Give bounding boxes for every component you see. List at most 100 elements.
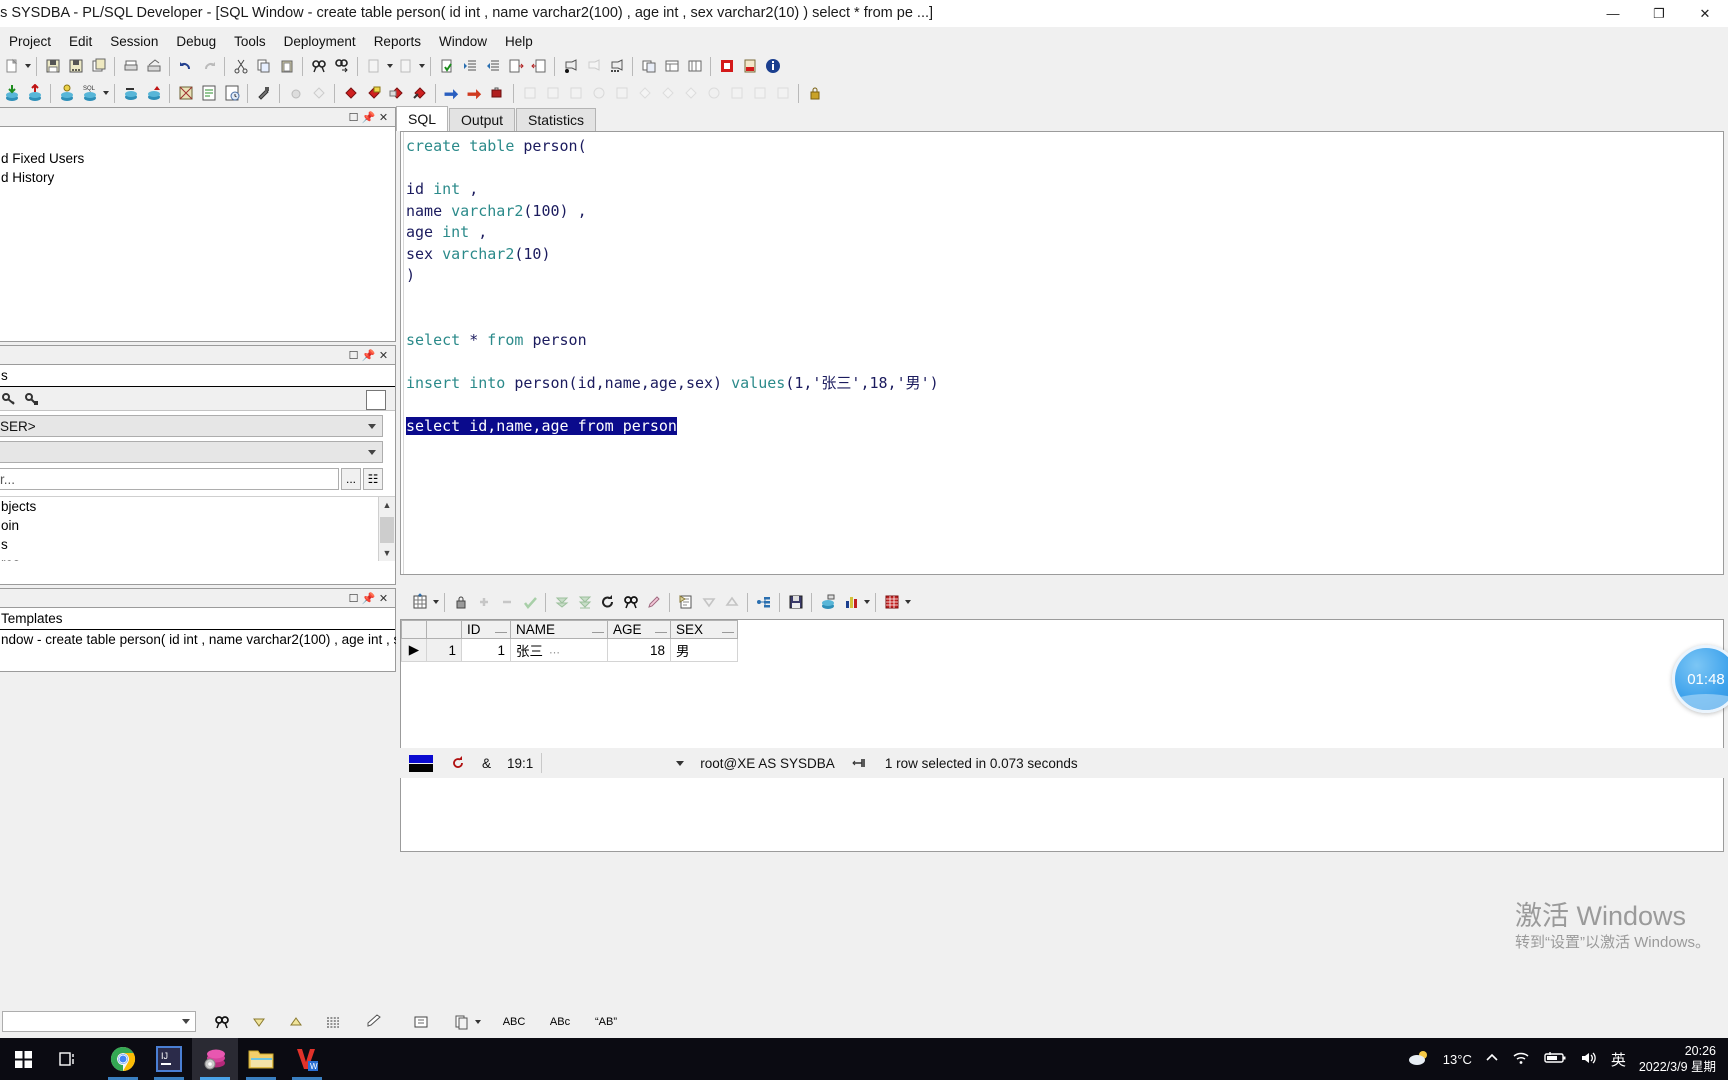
- filter-input[interactable]: r...: [0, 468, 339, 490]
- redo-icon[interactable]: [198, 55, 219, 77]
- grid-layout-icon[interactable]: [409, 591, 430, 613]
- tile-windows-icon[interactable]: [638, 55, 659, 77]
- close-button[interactable]: ✕: [1682, 0, 1728, 27]
- find-icon[interactable]: [308, 55, 329, 77]
- group-data-icon[interactable]: [753, 591, 774, 613]
- open-recent-icon[interactable]: [395, 55, 416, 77]
- volume-icon[interactable]: [1580, 1050, 1598, 1069]
- chart-icon[interactable]: [840, 591, 861, 613]
- record-macro-icon[interactable]: [560, 55, 581, 77]
- find-next-down-icon[interactable]: [248, 1011, 269, 1033]
- pin-templates-icon[interactable]: 📌: [361, 591, 376, 606]
- user-combo[interactable]: SER>: [0, 415, 383, 437]
- debug-run-icon[interactable]: [285, 82, 306, 104]
- report-grid-icon[interactable]: [881, 591, 902, 613]
- object-list-scrollbar[interactable]: ▲ ▼: [378, 497, 395, 561]
- breakpoint-condition-icon[interactable]: [363, 82, 384, 104]
- object-item-3[interactable]: res: [0, 554, 395, 561]
- clear-breakpoints-icon[interactable]: [409, 82, 430, 104]
- cell-age[interactable]: 18: [607, 638, 671, 662]
- wps-icon[interactable]: W: [284, 1038, 330, 1080]
- find-next-icon[interactable]: [331, 55, 352, 77]
- save-all-icon[interactable]: [65, 55, 86, 77]
- debug-stop-icon[interactable]: [308, 82, 329, 104]
- scroll-up-icon[interactable]: ▲: [379, 497, 395, 513]
- menu-item-6[interactable]: Reports: [365, 32, 430, 51]
- logon-row-1[interactable]: d History: [0, 168, 395, 187]
- lock-session-icon[interactable]: [804, 82, 825, 104]
- step-over-icon[interactable]: [464, 82, 485, 104]
- battery-icon[interactable]: [1543, 1051, 1567, 1068]
- menu-item-0[interactable]: Project: [0, 32, 60, 51]
- sql-template-icon[interactable]: SQL: [79, 82, 100, 104]
- refresh-icon[interactable]: [597, 591, 618, 613]
- view-details-icon[interactable]: [410, 1011, 431, 1033]
- intellij-icon[interactable]: IJ: [146, 1038, 192, 1080]
- table-row[interactable]: ▶ 1 1 张三 ⋯ 18 男: [401, 638, 738, 662]
- copy-grid-icon[interactable]: [675, 591, 696, 613]
- step-into-icon[interactable]: [441, 82, 462, 104]
- scroll-down-icon[interactable]: ▼: [379, 545, 395, 561]
- explain-plan-icon[interactable]: [175, 82, 196, 104]
- column-header-sex[interactable]: SEX: [670, 620, 738, 639]
- copy-icon[interactable]: [253, 55, 274, 77]
- rollback-icon[interactable]: [143, 82, 164, 104]
- cell-name[interactable]: 张三 ⋯: [510, 638, 608, 662]
- menu-item-7[interactable]: Window: [430, 32, 496, 51]
- chrome-icon[interactable]: [100, 1038, 146, 1080]
- maximize-panel-icon[interactable]: ☐: [346, 110, 361, 125]
- chart-dropdown-icon[interactable]: [862, 591, 871, 613]
- object-item-2[interactable]: s: [0, 535, 395, 554]
- weather-temp[interactable]: 13°C: [1443, 1052, 1472, 1067]
- close-panel-icon[interactable]: ✕: [376, 110, 391, 125]
- wifi-icon[interactable]: [1512, 1050, 1530, 1069]
- column-header-age[interactable]: AGE: [607, 620, 671, 639]
- open-icon[interactable]: [363, 55, 384, 77]
- refresh-status-icon[interactable]: [442, 752, 474, 774]
- bottom-find-icon[interactable]: [211, 1011, 232, 1033]
- sql-code[interactable]: create table person( id int , name varcha…: [406, 136, 939, 437]
- secondary-combo[interactable]: [0, 441, 383, 463]
- start-button[interactable]: [0, 1038, 46, 1080]
- outdent-icon[interactable]: [482, 55, 503, 77]
- bottom-combo[interactable]: [2, 1011, 196, 1032]
- pause-macro-icon[interactable]: [583, 55, 604, 77]
- window-list-icon[interactable]: [661, 55, 682, 77]
- taskbar-clock[interactable]: 20:26 2022/3/9 星期: [1639, 1043, 1716, 1075]
- new-sql-window-icon[interactable]: [56, 82, 77, 104]
- cell-sex[interactable]: 男: [670, 638, 738, 662]
- find-prev-up-icon[interactable]: [285, 1011, 306, 1033]
- floating-timer-widget[interactable]: 01:48: [1672, 645, 1728, 713]
- column-header-name[interactable]: NAME: [510, 620, 608, 639]
- quote-toggle[interactable]: “AB”: [589, 1011, 623, 1033]
- ime-indicator[interactable]: 英: [1611, 1049, 1626, 1070]
- close-templates-icon[interactable]: ✕: [376, 591, 391, 606]
- pin-status-icon[interactable]: [843, 752, 877, 774]
- uppercase-toggle[interactable]: ABC: [497, 1011, 531, 1033]
- commit-icon[interactable]: [120, 82, 141, 104]
- key-icon[interactable]: [0, 388, 19, 410]
- menu-item-1[interactable]: Edit: [60, 32, 101, 51]
- pin-browser-icon[interactable]: 📌: [361, 348, 376, 363]
- cut-icon[interactable]: [230, 55, 251, 77]
- export-to-db-icon[interactable]: [817, 591, 838, 613]
- disable-breakpoint-icon[interactable]: [386, 82, 407, 104]
- object-item-0[interactable]: bjects: [0, 497, 395, 516]
- sql-template-dropdown-icon[interactable]: [101, 82, 110, 104]
- object-list[interactable]: bjects oin s res ▲ ▼: [0, 496, 395, 561]
- browse-button[interactable]: ...: [341, 468, 361, 490]
- highlight-icon[interactable]: [643, 591, 664, 613]
- execute-icon[interactable]: [436, 55, 457, 77]
- stop-icon[interactable]: [716, 55, 737, 77]
- grid-layout-dropdown-icon[interactable]: [431, 591, 440, 613]
- tab-sql[interactable]: SQL: [396, 106, 449, 131]
- sql-editor[interactable]: create table person( id int , name varcha…: [400, 131, 1724, 575]
- print-preview-icon[interactable]: [143, 55, 164, 77]
- menu-item-3[interactable]: Debug: [167, 32, 225, 51]
- object-item-1[interactable]: oin: [0, 516, 395, 535]
- logoff-icon[interactable]: [24, 82, 45, 104]
- comment-icon[interactable]: [505, 55, 526, 77]
- logon-row-0[interactable]: d Fixed Users: [0, 149, 395, 168]
- copy-window-icon[interactable]: [88, 55, 109, 77]
- list-matches-icon[interactable]: [322, 1011, 343, 1033]
